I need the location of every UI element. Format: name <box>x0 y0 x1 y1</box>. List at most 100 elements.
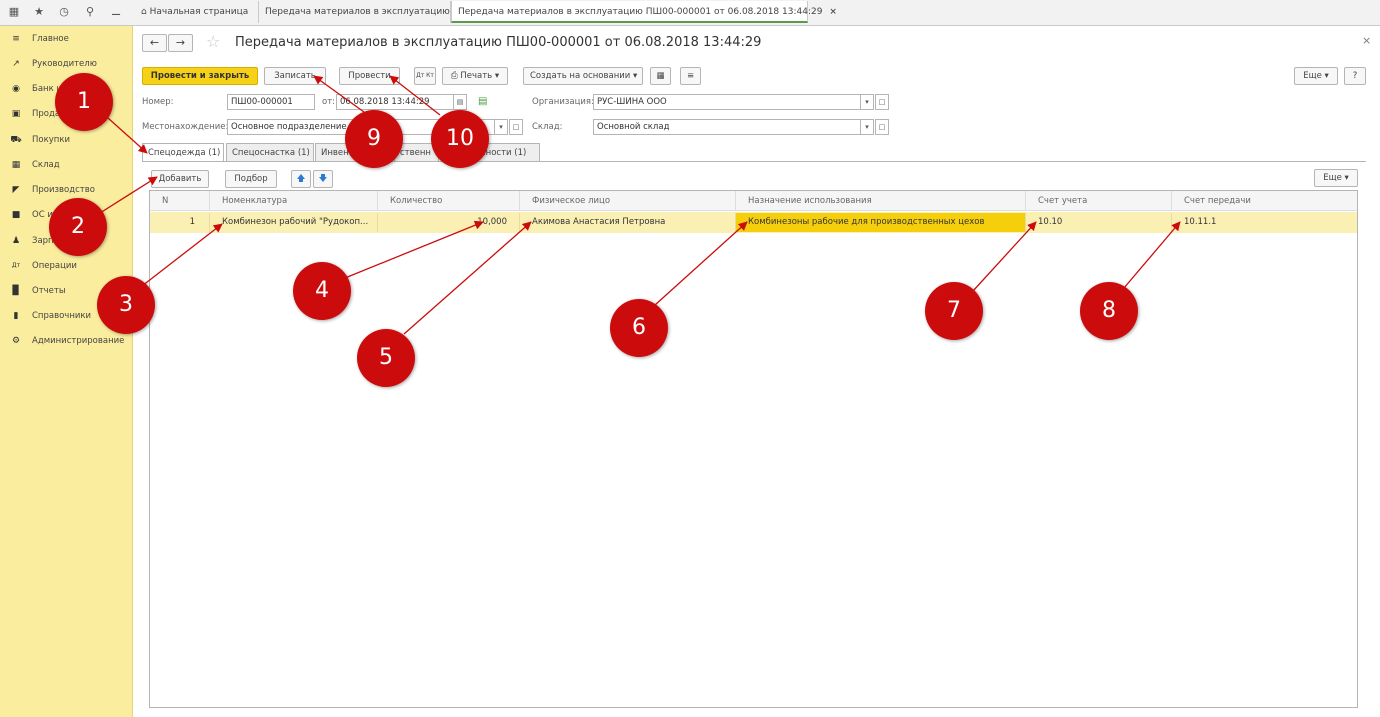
star-icon[interactable]: ★ <box>29 3 49 21</box>
column-header-item[interactable]: Номенклатура <box>210 191 378 211</box>
location-label: Местонахождение: <box>142 122 229 132</box>
bell-icon[interactable]: ⚊ <box>106 3 126 21</box>
cell-account[interactable]: 10.10 <box>1026 213 1172 232</box>
close-icon[interactable]: × <box>829 7 837 17</box>
chevron-down-icon: ▾ <box>633 71 638 81</box>
date-label: от: <box>322 97 336 107</box>
column-header-quantity[interactable]: Количество <box>378 191 520 211</box>
sidebar-item-main[interactable]: ≡ Главное <box>0 30 132 48</box>
chevron-down-icon: ▾ <box>1324 71 1329 81</box>
list-icon[interactable]: ≡ <box>680 67 701 85</box>
open-icon[interactable]: □ <box>875 94 889 110</box>
marker-8: 8 <box>1080 282 1138 340</box>
warehouse-icon: ▦ <box>11 160 21 170</box>
sidebar-item-admin[interactable]: ⚙ Администрирование <box>0 332 132 350</box>
apps-grid-icon[interactable]: ▦ <box>4 3 24 21</box>
favorite-star-icon[interactable]: ☆ <box>206 32 220 51</box>
sidebar-item-label: Производство <box>32 185 95 195</box>
sidebar-item-label: Справочники <box>32 311 92 321</box>
tab-document[interactable]: Передача материалов в эксплуатацию ПШ00-… <box>451 1 837 23</box>
sidebar-item-operations[interactable]: Дт Операции <box>0 257 132 275</box>
cell-quantity[interactable]: 10,000 <box>378 213 520 232</box>
number-field[interactable]: ПШ00-000001 <box>227 94 315 110</box>
tab-workwear[interactable]: Спецодежда (1) <box>142 143 224 162</box>
sidebar-item-manager[interactable]: ↗ Руководителю <box>0 55 132 73</box>
create-based-on-button[interactable]: Создать на основании ▾ <box>523 67 643 85</box>
column-header-account[interactable]: Счет учета <box>1026 191 1172 211</box>
post-and-close-button[interactable]: Провести и закрыть <box>142 67 258 85</box>
tab-list[interactable]: Передача материалов в эксплуатацию × <box>259 1 464 23</box>
select-button[interactable]: Подбор <box>225 170 277 188</box>
form-close-button[interactable]: × <box>1362 34 1371 47</box>
column-header-purpose[interactable]: Назначение использования <box>736 191 1026 211</box>
operations-icon: Дт <box>11 262 21 269</box>
column-header-person[interactable]: Физическое лицо <box>520 191 736 211</box>
back-button[interactable]: ← <box>142 34 167 52</box>
help-button[interactable]: ? <box>1344 67 1366 85</box>
calendar-icon[interactable]: ▤ <box>453 94 467 110</box>
table-more-label: Еще <box>1323 173 1342 183</box>
print-label: Печать <box>460 71 493 81</box>
sidebar-item-label: Склад <box>32 160 60 170</box>
sidebar-item-purchases[interactable]: ⛟ Покупки <box>0 131 132 149</box>
bag-icon: ▣ <box>11 109 21 119</box>
marker-5: 5 <box>357 329 415 387</box>
open-icon[interactable]: □ <box>509 119 523 135</box>
post-button[interactable]: Провести <box>339 67 400 85</box>
sidebar-item-label: Главное <box>32 34 69 44</box>
marker-3: 3 <box>97 276 155 334</box>
sidebar-item-label: Операции <box>32 261 77 271</box>
open-icon[interactable]: □ <box>875 119 889 135</box>
sidebar-item-label: Отчеты <box>32 286 66 296</box>
cell-n[interactable]: 1 <box>150 213 210 232</box>
more-button[interactable]: Еще ▾ <box>1294 67 1338 85</box>
print-button[interactable]: ⎙ Печать ▾ <box>442 67 508 85</box>
forward-button[interactable]: → <box>168 34 193 52</box>
number-label: Номер: <box>142 97 174 107</box>
tab-home[interactable]: ⌂ Начальная страница <box>135 1 259 23</box>
cell-purpose[interactable]: Комбинезоны рабочие для производственных… <box>736 213 1026 232</box>
marker-7: 7 <box>925 282 983 340</box>
tab-special-tools[interactable]: Спецоснастка (1) <box>226 143 314 162</box>
tabs-divider <box>142 161 1366 162</box>
chevron-down-icon[interactable]: ▾ <box>860 119 874 135</box>
table-more-button[interactable]: Еще ▾ <box>1314 169 1358 187</box>
history-icon[interactable]: ◷ <box>54 3 74 21</box>
chevron-down-icon[interactable]: ▾ <box>860 94 874 110</box>
sidebar-item-label: Руководителю <box>32 59 97 69</box>
marker-10: 10 <box>431 110 489 168</box>
structure-icon[interactable]: ▦ <box>650 67 671 85</box>
top-bar: ▦ ★ ◷ ⚲ ⚊ ⌂ Начальная страница Передача … <box>0 0 1380 26</box>
cell-item[interactable]: Комбинезон рабочий "Рудокоп... <box>210 213 378 232</box>
more-label: Еще <box>1303 71 1322 81</box>
cell-person[interactable]: Акимова Анастасия Петровна <box>520 213 736 232</box>
move-down-icon[interactable]: 🡇 <box>313 170 333 188</box>
column-header-transfer-account[interactable]: Счет передачи <box>1172 191 1357 211</box>
chevron-down-icon[interactable]: ▾ <box>494 119 508 135</box>
save-button[interactable]: Записать <box>264 67 326 85</box>
warehouse-label: Склад: <box>532 122 563 132</box>
page-title: Передача материалов в эксплуатацию ПШ00-… <box>235 35 762 50</box>
book-icon: ▮ <box>13 311 19 321</box>
cell-transfer-account[interactable]: 10.11.1 <box>1172 213 1357 232</box>
date-field[interactable]: 06.08.2018 13:44:29 <box>336 94 454 110</box>
tab-home-label: Начальная страница <box>149 7 249 17</box>
sidebar-item-production[interactable]: ◤ Производство <box>0 181 132 199</box>
create-based-label: Создать на основании <box>530 71 631 81</box>
factory-icon: ◤ <box>12 185 20 195</box>
move-up-icon[interactable]: 🡅 <box>291 170 311 188</box>
dtkt-icon[interactable]: Дт Кт <box>414 67 436 85</box>
marker-9: 9 <box>345 110 403 168</box>
column-header-n[interactable]: N <box>150 191 210 211</box>
printer-icon: ⎙ <box>450 71 458 81</box>
chevron-down-icon: ▾ <box>1344 173 1349 183</box>
organization-label: Организация: <box>532 97 594 107</box>
sidebar-item-label: Покупки <box>32 135 70 145</box>
number-settings-icon[interactable]: ▤ <box>478 96 487 107</box>
warehouse-field[interactable]: Основной склад <box>593 119 861 135</box>
menu-icon: ≡ <box>12 34 20 44</box>
sidebar-item-warehouse[interactable]: ▦ Склад <box>0 156 132 174</box>
organization-field[interactable]: РУС-ШИНА ООО <box>593 94 861 110</box>
add-button[interactable]: Добавить <box>151 170 209 188</box>
search-icon[interactable]: ⚲ <box>80 3 100 21</box>
